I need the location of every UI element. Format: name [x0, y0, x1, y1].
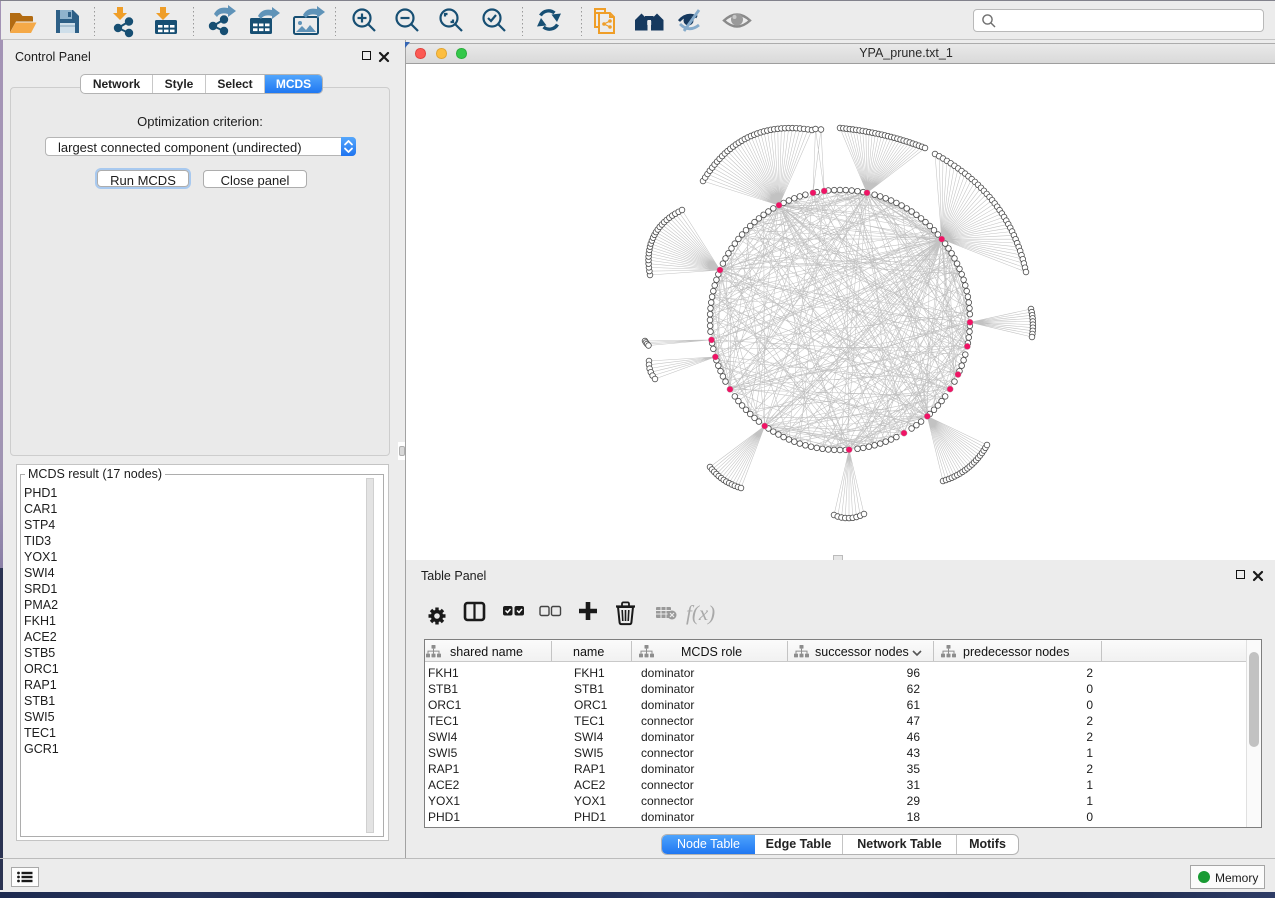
svg-text:f(x): f(x): [686, 601, 715, 625]
